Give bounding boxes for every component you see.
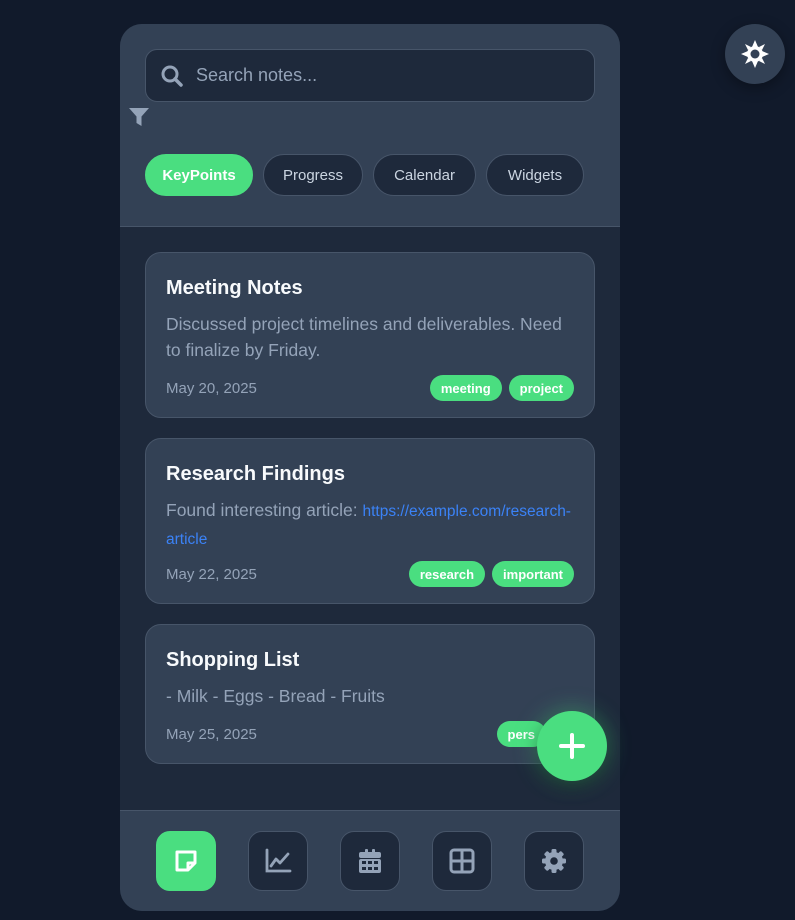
calendar-icon [359, 849, 381, 873]
tag[interactable]: project [508, 375, 574, 401]
note-title: Shopping List [166, 649, 300, 671]
view-tabs: KeyPoints Progress Calendar Widgets [145, 154, 584, 196]
nav-calendar-button[interactable] [340, 831, 400, 891]
note-title: Research Findings [166, 463, 345, 485]
tab-progress[interactable]: Progress [263, 154, 363, 196]
sun-icon [741, 40, 769, 68]
tag[interactable]: meeting [429, 375, 502, 401]
gear-icon [542, 849, 566, 873]
notes-app: KeyPoints Progress Calendar Widgets Meet… [120, 24, 620, 911]
note-date: May 22, 2025 [166, 566, 257, 583]
note-card[interactable]: Research Findings Found interesting arti… [145, 438, 595, 604]
nav-progress-button[interactable] [248, 831, 308, 891]
plus-icon [559, 733, 585, 759]
tab-keypoints[interactable]: KeyPoints [145, 154, 253, 196]
tab-widgets[interactable]: Widgets [486, 154, 584, 196]
nav-notes-button[interactable] [156, 831, 216, 891]
note-body: Found interesting article: https://examp… [166, 497, 576, 553]
search-input[interactable] [196, 50, 586, 101]
note-tags: meeting project [429, 375, 574, 401]
nav-widgets-button[interactable] [432, 831, 492, 891]
search-bar [145, 49, 595, 102]
nav-settings-button[interactable] [524, 831, 584, 891]
search-icon [161, 65, 183, 87]
note-card[interactable]: Meeting Notes Discussed project timeline… [145, 252, 595, 418]
filter-button[interactable] [129, 108, 149, 131]
note-tags: research important [408, 561, 574, 587]
note-icon [175, 850, 197, 872]
notes-list: Meeting Notes Discussed project timeline… [145, 252, 595, 784]
theme-toggle-button[interactable] [725, 24, 785, 84]
add-note-button[interactable] [537, 711, 607, 781]
grid-icon [449, 848, 475, 874]
tag[interactable]: research [408, 561, 486, 587]
filter-icon [129, 108, 149, 126]
note-card[interactable]: Shopping List - Milk - Eggs - Bread - Fr… [145, 624, 595, 764]
tab-calendar[interactable]: Calendar [373, 154, 476, 196]
note-body: Discussed project timelines and delivera… [166, 314, 562, 360]
note-body: - Milk - Eggs - Bread - Fruits [166, 686, 385, 706]
note-date: May 20, 2025 [166, 380, 257, 397]
note-title: Meeting Notes [166, 277, 303, 299]
bottom-nav [120, 810, 620, 911]
tag[interactable]: important [492, 561, 574, 587]
note-body-text: Found interesting article: [166, 500, 363, 520]
note-date: May 25, 2025 [166, 726, 257, 743]
chart-icon [265, 848, 292, 873]
app-header: KeyPoints Progress Calendar Widgets [120, 24, 620, 227]
